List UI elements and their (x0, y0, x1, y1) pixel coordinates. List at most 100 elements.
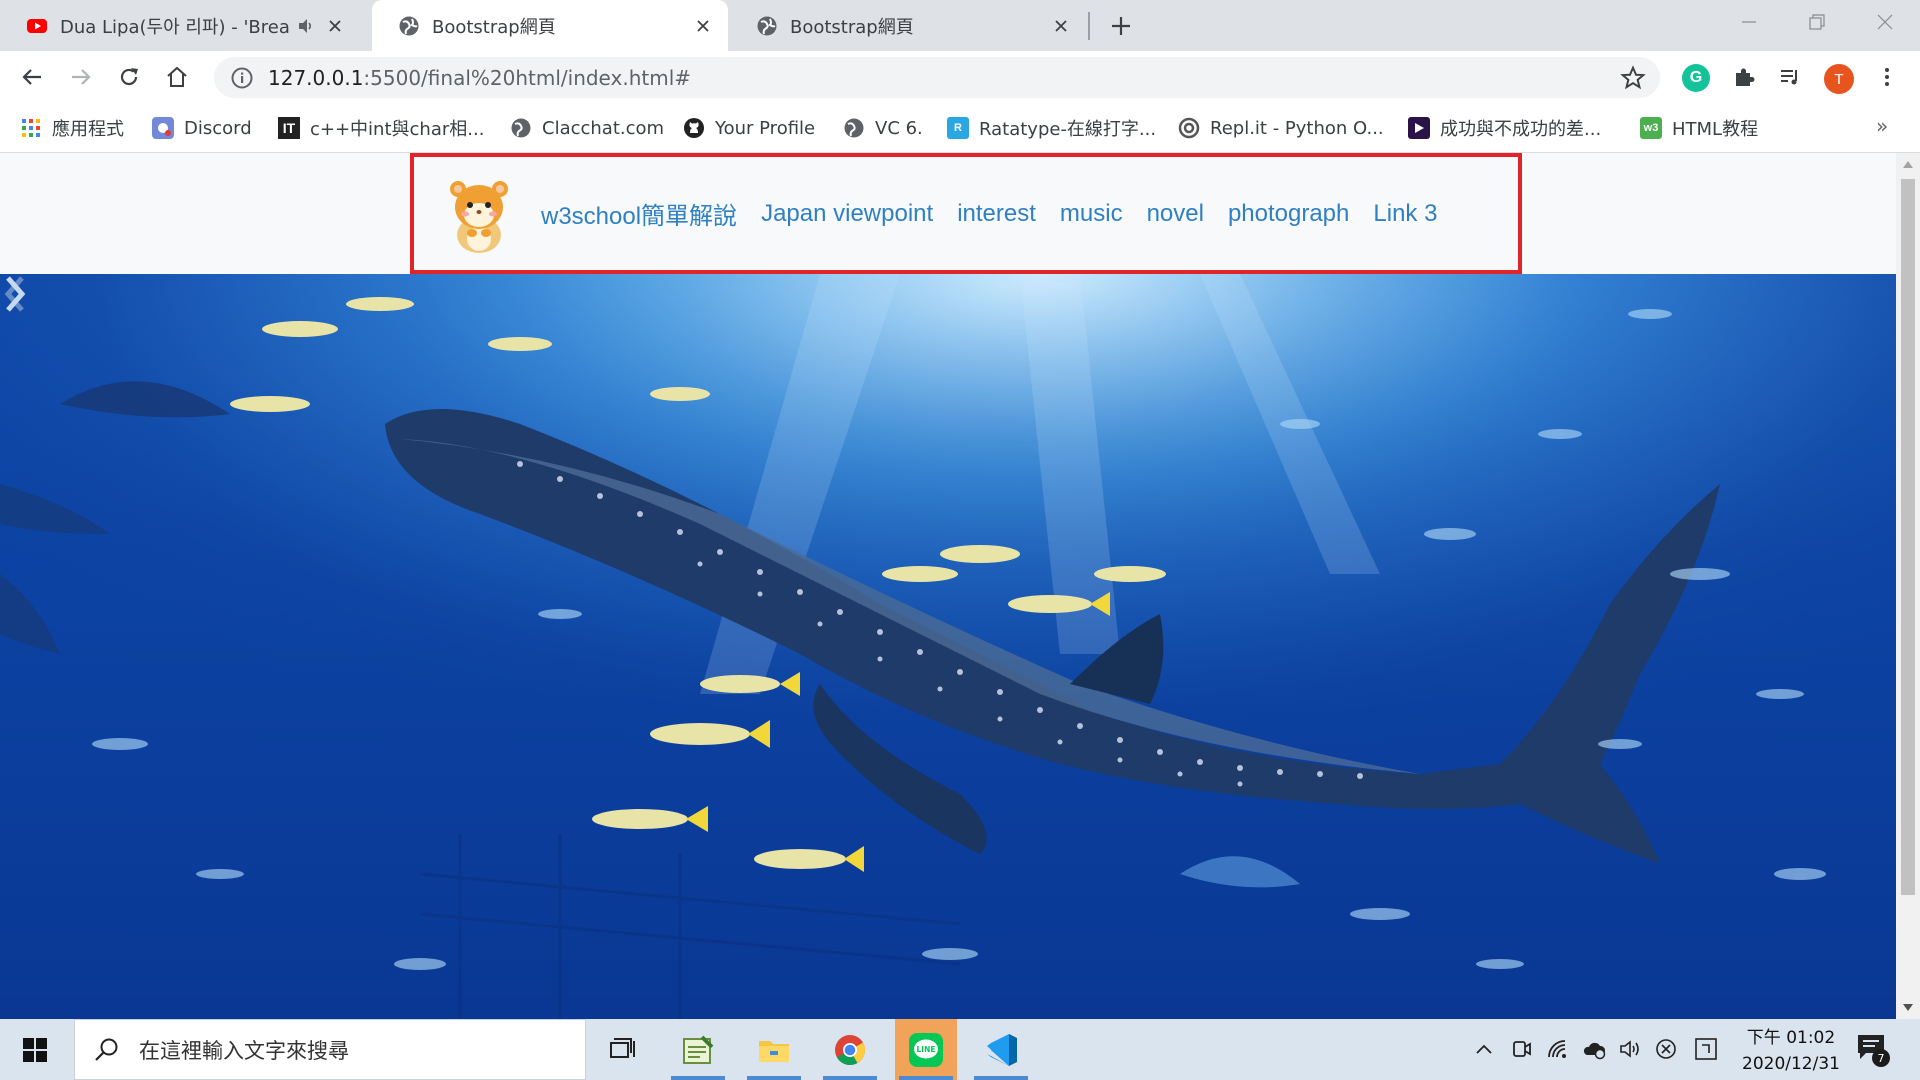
speaker-icon (1620, 1040, 1639, 1058)
extensions-button[interactable] (1727, 60, 1761, 94)
bookmark-video[interactable]: 成功與不成功的差... (1408, 114, 1601, 142)
chevron-right-icon[interactable] (0, 274, 30, 314)
carousel-slide (0, 274, 1896, 1019)
ithome-icon: IT (278, 117, 300, 139)
nav-link-photograph[interactable]: photograph (1228, 200, 1349, 228)
taskbar-clock[interactable]: 下午 01:02 2020/12/31 (1736, 1025, 1846, 1077)
bookmark-ratatype[interactable]: R Ratatype-在線打字... (947, 114, 1156, 142)
speaker-icon[interactable] (296, 16, 316, 36)
tab-bootstrap[interactable]: Bootstrap網頁 (730, 0, 1086, 51)
globe-icon (757, 16, 777, 35)
globe-icon (510, 117, 532, 139)
scroll-down-icon[interactable] (1896, 997, 1920, 1017)
scroll-up-icon[interactable] (1896, 155, 1920, 175)
grammarly-extension-icon[interactable]: G (1682, 64, 1710, 92)
url-host: 127.0.0.1 (268, 65, 364, 90)
ratatype-icon: R (947, 117, 969, 139)
page-scrollbar[interactable] (1896, 153, 1920, 1019)
w3-icon: w3 (1640, 117, 1662, 139)
tray-onedrive[interactable] (1580, 1035, 1608, 1063)
globe-icon (843, 117, 865, 139)
home-button[interactable] (160, 60, 194, 94)
nav-link-w3school[interactable]: w3school簡單解說 (541, 196, 737, 231)
close-icon[interactable] (1050, 15, 1072, 37)
task-view-icon (610, 1037, 635, 1058)
forward-button[interactable] (64, 60, 98, 94)
address-bar[interactable]: 127.0.0.1:5500/final%20html/index.html# (214, 57, 1660, 98)
site-navbar: w3school簡單解說 Japan viewpoint interest mu… (0, 153, 1896, 274)
svg-text:LINE: LINE (917, 1045, 936, 1054)
arrow-left-icon (22, 69, 41, 85)
tray-volume[interactable] (1616, 1035, 1644, 1063)
taskbar-notepad[interactable] (667, 1019, 729, 1080)
arrow-right-icon (72, 69, 91, 85)
taskbar-search-box[interactable]: 在這裡輸入文字來搜尋 (74, 1019, 586, 1080)
restore-button[interactable] (1782, 0, 1852, 44)
bookmark-label: Your Profile (715, 117, 816, 139)
discord-icon (152, 117, 174, 139)
bookmark-github-profile[interactable]: Your Profile (683, 114, 815, 142)
bookmark-label: Clacchat.com (542, 117, 665, 139)
bookmark-ithome[interactable]: IT c++中int與char相... (278, 114, 484, 142)
show-hidden-icons-button[interactable] (1470, 1035, 1498, 1063)
video-icon (1408, 117, 1430, 139)
windows-logo-icon (23, 1037, 47, 1062)
profile-avatar[interactable]: T (1824, 64, 1854, 94)
clock-time: 下午 01:02 (1746, 1028, 1836, 1048)
youtube-icon (27, 18, 47, 33)
scroll-thumb[interactable] (1901, 179, 1915, 895)
menu-button[interactable] (1870, 60, 1904, 94)
tab-youtube[interactable]: Dua Lipa(두아 리파) - 'Breal (0, 0, 360, 51)
taskbar-file-explorer[interactable] (743, 1019, 805, 1080)
bookmark-html-tutorial[interactable]: w3 HTML教程 (1640, 114, 1758, 142)
bookmark-apps[interactable]: 應用程式 (20, 114, 124, 142)
back-button[interactable] (15, 60, 49, 94)
reload-button[interactable] (112, 60, 146, 94)
nav-link-japan-viewpoint[interactable]: Japan viewpoint (761, 200, 933, 228)
search-placeholder: 在這裡輸入文字來搜尋 (139, 1038, 349, 1063)
task-view-button[interactable] (593, 1019, 655, 1080)
tray-input-method[interactable] (1692, 1035, 1720, 1063)
close-icon[interactable] (324, 15, 346, 37)
bookmark-star-icon[interactable] (1620, 65, 1646, 91)
bookmark-label: c++中int與char相... (310, 119, 485, 140)
nav-link-interest[interactable]: interest (957, 200, 1036, 228)
bookmark-label: VC 6. (875, 117, 923, 139)
bookmarks-overflow-button[interactable]: » (1876, 114, 1888, 138)
close-window-button[interactable] (1850, 0, 1920, 44)
minimize-button[interactable] (1714, 0, 1784, 44)
kebab-menu-icon (1885, 68, 1889, 86)
tray-meet-now[interactable] (1508, 1035, 1536, 1063)
bookmark-vc6[interactable]: VC 6. (843, 114, 923, 142)
tab-title: Bootstrap網頁 (790, 16, 914, 38)
plus-icon (1112, 17, 1130, 35)
nav-link-novel[interactable]: novel (1147, 200, 1204, 228)
taskbar-line[interactable]: LINE (895, 1019, 957, 1080)
hamster-logo[interactable] (446, 177, 512, 255)
bookmark-clacchat[interactable]: Clacchat.com (510, 114, 664, 142)
aquarium-whale-shark-image (0, 274, 1896, 1019)
notepad-icon (683, 1035, 714, 1064)
action-center-button[interactable]: 7 (1856, 1033, 1892, 1067)
github-icon (683, 117, 705, 139)
search-icon (95, 1038, 118, 1061)
cloud-sync-icon (1583, 1042, 1606, 1060)
bookmark-label: 成功與不成功的差... (1440, 119, 1602, 140)
start-button[interactable] (0, 1019, 70, 1080)
close-icon[interactable] (692, 15, 714, 37)
new-tab-button[interactable] (1104, 10, 1138, 42)
tray-status[interactable] (1652, 1035, 1680, 1063)
url-text[interactable]: 127.0.0.1:5500/final%20html/index.html# (268, 66, 691, 90)
taskbar-chrome[interactable] (819, 1019, 881, 1080)
info-icon[interactable] (230, 66, 254, 90)
media-control-button[interactable] (1773, 60, 1807, 94)
bookmark-replit[interactable]: Repl.it - Python O... (1178, 114, 1384, 142)
bookmark-discord[interactable]: Discord (152, 114, 252, 142)
taskbar-vscode[interactable] (970, 1019, 1032, 1080)
tray-network[interactable] (1544, 1035, 1572, 1063)
tab-bootstrap-active[interactable]: Bootstrap網頁 (372, 0, 728, 51)
home-icon (167, 66, 187, 87)
nav-link-music[interactable]: music (1060, 200, 1123, 228)
clock-date: 2020/12/31 (1742, 1054, 1840, 1074)
nav-link-link3[interactable]: Link 3 (1373, 200, 1437, 228)
